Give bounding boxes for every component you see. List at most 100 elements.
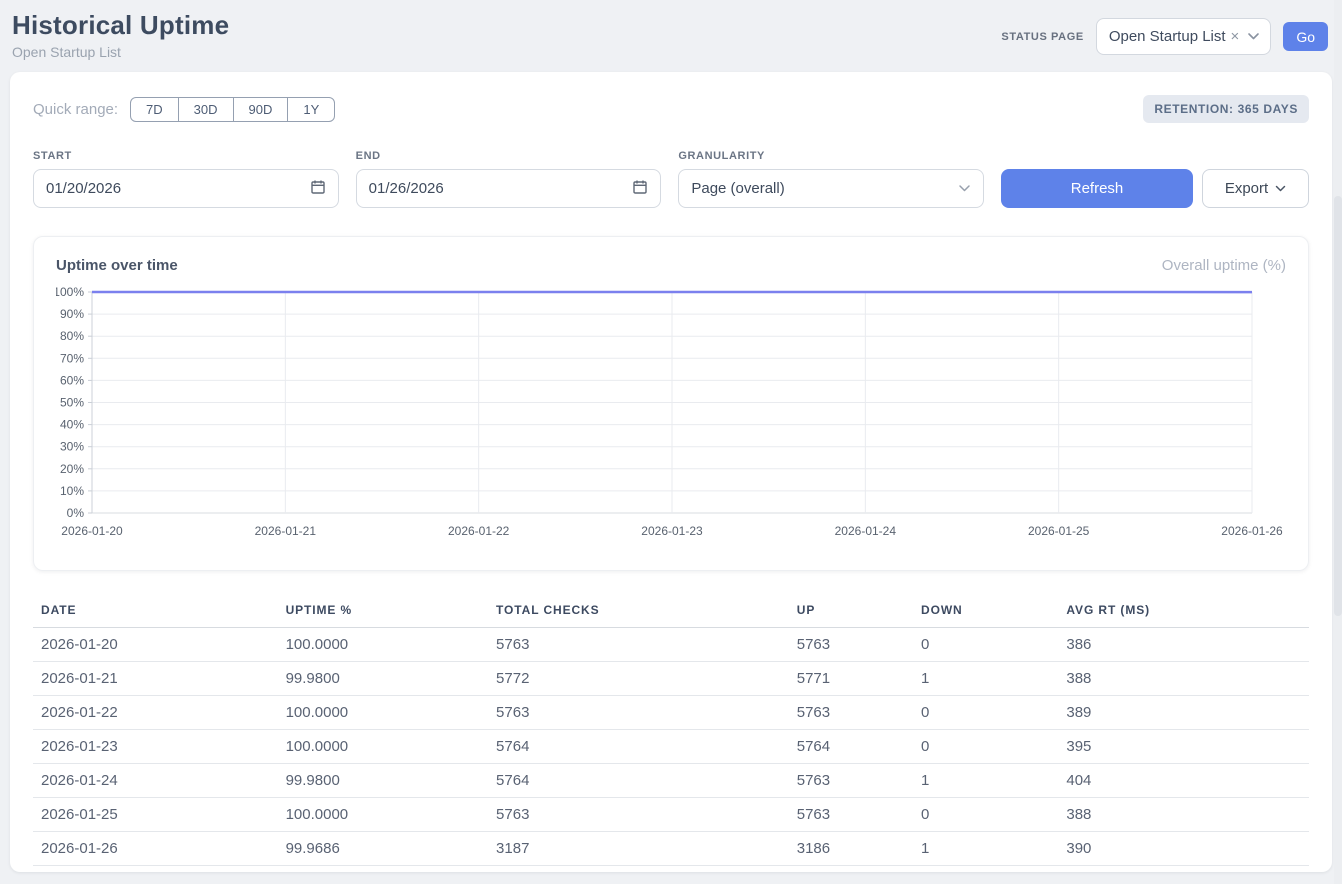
granularity-field-group: GRANULARITY Page (overall) (678, 150, 984, 208)
table-cell: 99.9800 (278, 764, 488, 798)
table-cell: 2026-01-21 (33, 662, 278, 696)
end-date-input[interactable]: 01/26/2026 (356, 169, 662, 208)
svg-text:2026-01-23: 2026-01-23 (641, 524, 703, 538)
quick-range-1y-button[interactable]: 1Y (287, 97, 335, 122)
table-cell: 388 (1058, 662, 1309, 696)
table-cell: 100.0000 (278, 628, 488, 662)
svg-text:20%: 20% (60, 462, 84, 476)
table-row: 2026-01-20100.0000576357630386 (33, 628, 1309, 662)
table-cell: 5764 (789, 730, 913, 764)
svg-text:2026-01-24: 2026-01-24 (835, 524, 897, 538)
page-subtitle: Open Startup List (12, 44, 229, 60)
end-date-value: 01/26/2026 (369, 180, 444, 197)
table-cell: 100.0000 (278, 730, 488, 764)
calendar-icon[interactable] (310, 179, 326, 199)
refresh-button[interactable]: Refresh (1001, 169, 1193, 208)
chart-title: Uptime over time (56, 257, 178, 274)
chevron-down-icon (958, 180, 971, 197)
quick-range-90d-button[interactable]: 90D (233, 97, 289, 122)
table-row: 2026-01-2199.9800577257711388 (33, 662, 1309, 696)
uptime-table: DATEUPTIME %TOTAL CHECKSUPDOWNAVG RT (MS… (33, 597, 1309, 866)
quick-range-group: Quick range: 7D 30D 90D 1Y (33, 97, 335, 122)
go-button[interactable]: Go (1283, 22, 1328, 51)
end-date-field-group: END 01/26/2026 (356, 150, 662, 208)
clear-selection-icon[interactable]: × (1231, 28, 1240, 45)
table-cell: 5771 (789, 662, 913, 696)
table-row: 2026-01-2699.9686318731861390 (33, 832, 1309, 866)
quick-range-7d-button[interactable]: 7D (130, 97, 179, 122)
table-cell: 2026-01-25 (33, 798, 278, 832)
table-cell: 5763 (789, 798, 913, 832)
export-button[interactable]: Export (1202, 169, 1309, 208)
table-row: 2026-01-23100.0000576457640395 (33, 730, 1309, 764)
svg-text:90%: 90% (60, 307, 84, 321)
table-cell: 5772 (488, 662, 789, 696)
table-header: DATEUPTIME %TOTAL CHECKSUPDOWNAVG RT (MS… (33, 597, 1309, 628)
table-cell: 99.9686 (278, 832, 488, 866)
chart-legend: Overall uptime (%) (1162, 257, 1286, 274)
table-cell: 0 (913, 798, 1058, 832)
chart-header: Uptime over time Overall uptime (%) (56, 257, 1286, 274)
column-header: DATE (33, 597, 278, 628)
table-cell: 2026-01-23 (33, 730, 278, 764)
retention-badge: RETENTION: 365 DAYS (1143, 95, 1309, 123)
table-cell: 1 (913, 832, 1058, 866)
column-header: TOTAL CHECKS (488, 597, 789, 628)
table-cell: 2026-01-22 (33, 696, 278, 730)
table-cell: 388 (1058, 798, 1309, 832)
column-header: AVG RT (MS) (1058, 597, 1309, 628)
status-page-select[interactable]: Open Startup List × (1096, 18, 1272, 55)
granularity-selected-value: Page (overall) (691, 180, 784, 197)
svg-text:100%: 100% (56, 285, 84, 299)
quick-range-buttons: 7D 30D 90D 1Y (130, 97, 335, 122)
svg-text:2026-01-20: 2026-01-20 (61, 524, 123, 538)
status-page-label: STATUS PAGE (1001, 31, 1083, 43)
chevron-down-icon (1247, 32, 1260, 41)
granularity-select[interactable]: Page (overall) (678, 169, 984, 208)
calendar-icon[interactable] (632, 179, 648, 199)
table-cell: 3186 (789, 832, 913, 866)
page-scrollbar-thumb[interactable] (1334, 196, 1342, 616)
table-cell: 3187 (488, 832, 789, 866)
table-cell: 2026-01-26 (33, 832, 278, 866)
table-cell: 2026-01-20 (33, 628, 278, 662)
uptime-line-chart: 0%10%20%30%40%50%60%70%80%90%100%2026-01… (56, 284, 1285, 542)
table-cell: 1 (913, 764, 1058, 798)
table-cell: 99.9800 (278, 662, 488, 696)
status-page-selected-value: Open Startup List (1109, 28, 1226, 45)
granularity-label: GRANULARITY (678, 150, 984, 162)
start-date-label: START (33, 150, 339, 162)
svg-text:30%: 30% (60, 440, 84, 454)
column-header: UP (789, 597, 913, 628)
table-cell: 389 (1058, 696, 1309, 730)
table-cell: 395 (1058, 730, 1309, 764)
table-cell: 0 (913, 730, 1058, 764)
filter-actions: Refresh Export (1001, 169, 1309, 208)
svg-text:10%: 10% (60, 484, 84, 498)
svg-text:2026-01-22: 2026-01-22 (448, 524, 510, 538)
table-cell: 390 (1058, 832, 1309, 866)
table-cell: 5763 (789, 696, 913, 730)
svg-text:2026-01-21: 2026-01-21 (255, 524, 317, 538)
uptime-chart-card: Uptime over time Overall uptime (%) 0% 10… (33, 236, 1309, 571)
table-cell: 1 (913, 662, 1058, 696)
filter-row: START 01/20/2026 END 01/26/2026 GRANULAR… (33, 150, 1309, 208)
start-date-input[interactable]: 01/20/2026 (33, 169, 339, 208)
chevron-down-icon (1275, 180, 1286, 197)
svg-text:2026-01-25: 2026-01-25 (1028, 524, 1090, 538)
table-cell: 5764 (488, 764, 789, 798)
start-date-value: 01/20/2026 (46, 180, 121, 197)
table-cell: 0 (913, 628, 1058, 662)
table-cell: 5763 (488, 628, 789, 662)
table-cell: 404 (1058, 764, 1309, 798)
table-cell: 386 (1058, 628, 1309, 662)
end-date-label: END (356, 150, 662, 162)
page-scrollbar-track[interactable] (1334, 0, 1342, 884)
quick-range-30d-button[interactable]: 30D (178, 97, 234, 122)
topbar-right: STATUS PAGE Open Startup List × Go (1001, 18, 1328, 55)
svg-text:50%: 50% (60, 396, 84, 410)
table-cell: 5764 (488, 730, 789, 764)
quick-range-row: Quick range: 7D 30D 90D 1Y RETENTION: 36… (33, 95, 1309, 123)
svg-text:0%: 0% (67, 506, 85, 520)
table-cell: 5763 (789, 628, 913, 662)
